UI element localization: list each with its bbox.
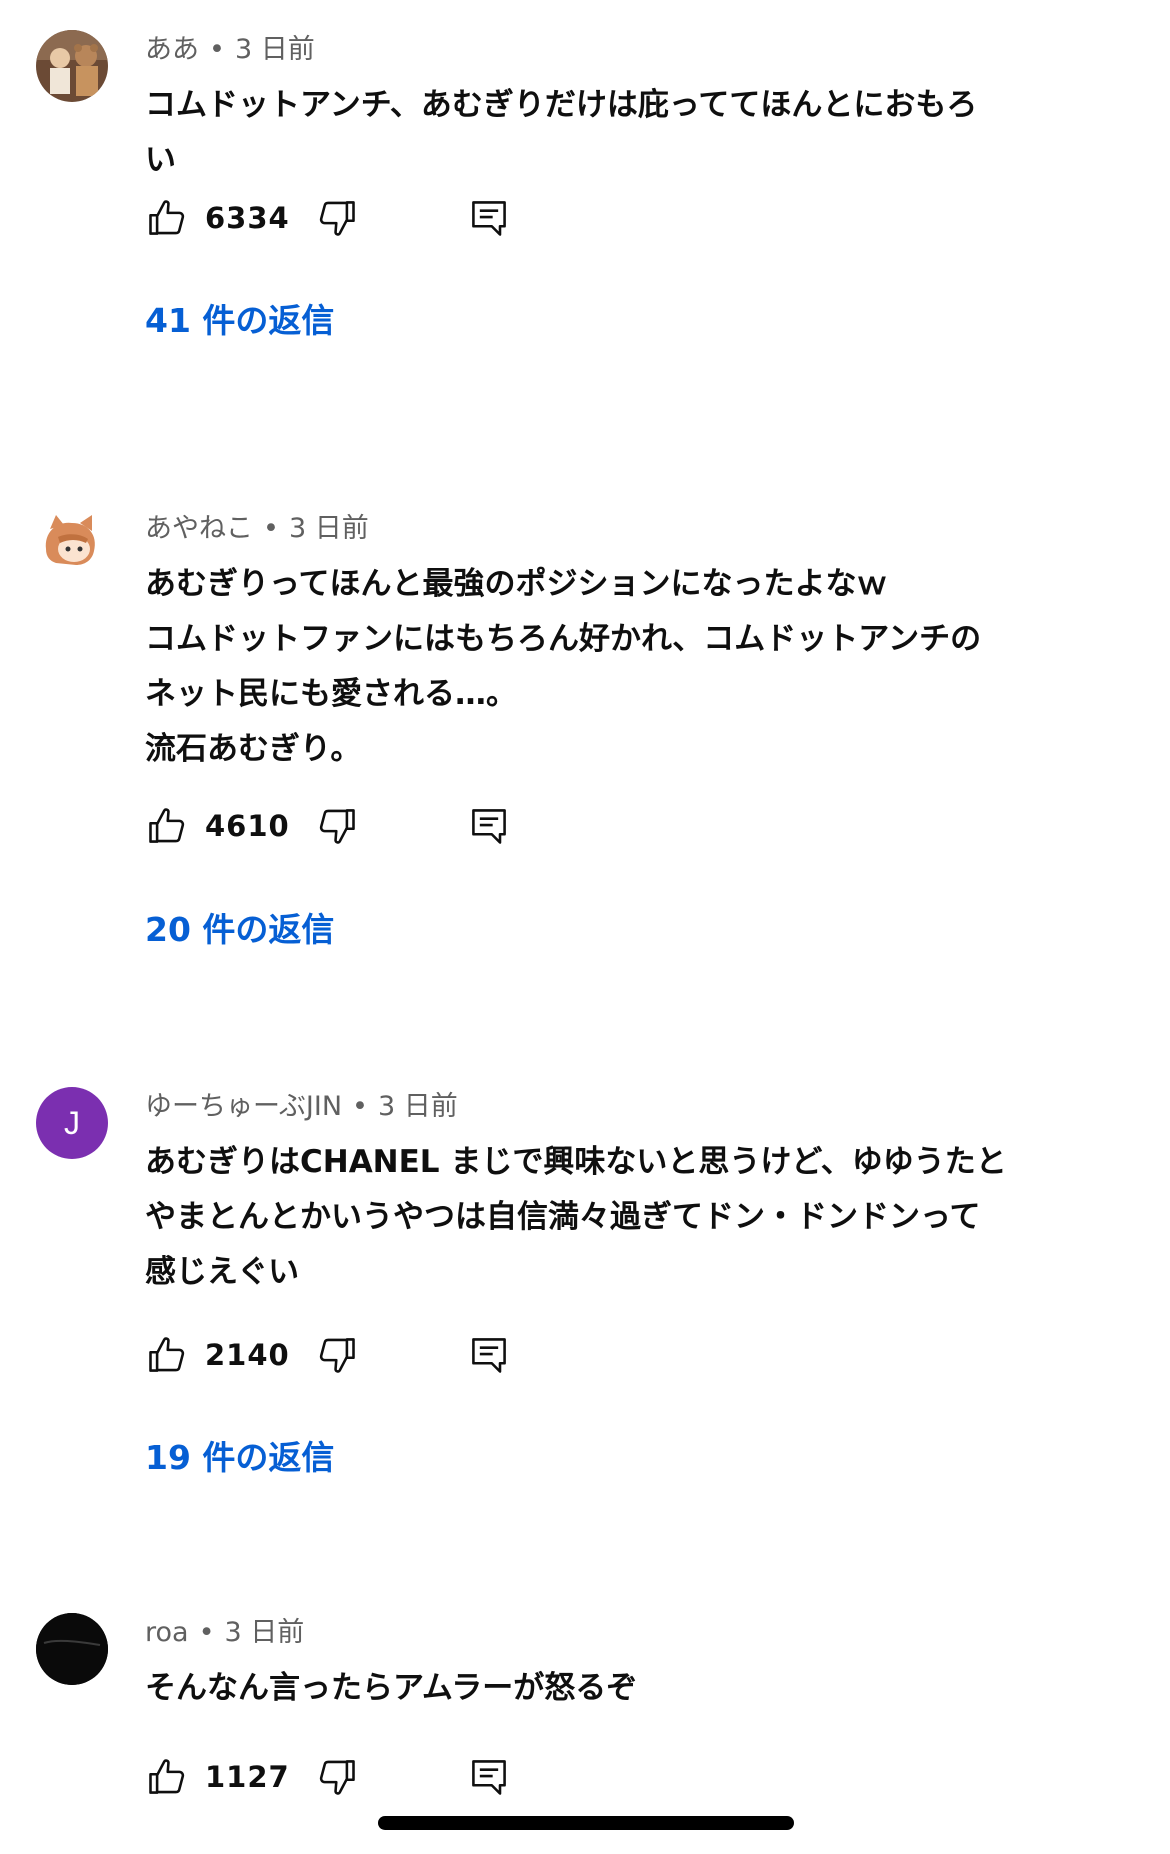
comment-time: 3 日前 — [234, 34, 315, 65]
reply-icon[interactable] — [467, 1333, 511, 1377]
thumb-down-icon[interactable] — [315, 196, 359, 240]
thumb-up-icon[interactable] — [145, 1333, 189, 1377]
comment-line: やまとんとかいうやつは自信満々過ぎてドン・ドンドンって — [145, 1199, 981, 1235]
thumb-up-icon[interactable] — [145, 196, 189, 240]
like-count: 2140 — [205, 1338, 290, 1372]
dark-avatar-icon — [36, 1613, 108, 1685]
comment-text: そんなん言ったらアムラーが怒るぞ — [145, 1661, 1090, 1716]
avatar-dark[interactable] — [36, 1613, 108, 1685]
comment-actions: 2140 — [145, 1327, 545, 1383]
view-replies-link[interactable]: 19 件の返信 — [145, 1433, 334, 1483]
reply-icon[interactable] — [467, 196, 511, 240]
comment-text: コムドットアンチ、あむぎりだけは庇っててほんとにおもろ い — [145, 78, 1090, 188]
comment-line: あむぎりはCHANEL まじで興味ないと思うけど、ゆゆうたと — [145, 1144, 1007, 1180]
comment-time: 3 日前 — [288, 513, 369, 544]
home-indicator[interactable] — [378, 1816, 794, 1830]
meta-separator: • — [209, 34, 225, 65]
like-count: 4610 — [205, 809, 290, 843]
meta-separator: • — [263, 513, 279, 544]
comment-meta: ゆーちゅーぶJIN • 3 日前 — [145, 1087, 458, 1127]
avatar-initial: J — [64, 1105, 80, 1141]
avatar-photo[interactable] — [36, 30, 108, 102]
comment-time: 3 日前 — [224, 1617, 305, 1648]
cat-girl-avatar-icon — [36, 509, 108, 581]
view-replies-link[interactable]: 20 件の返信 — [145, 905, 334, 955]
comment-actions: 1127 — [145, 1749, 545, 1805]
thumb-up-icon[interactable] — [145, 804, 189, 848]
comment-line: あむぎりってほんと最強のポジションになったよなｗ — [145, 566, 888, 602]
comment-author[interactable]: ゆーちゅーぶJIN — [145, 1091, 342, 1122]
thumb-down-icon[interactable] — [315, 1333, 359, 1377]
comment-line: コムドットアンチ、あむぎりだけは庇っててほんとにおもろ — [145, 87, 978, 123]
avatar-illustration[interactable] — [36, 509, 108, 581]
comment-author[interactable]: ああ — [145, 34, 199, 65]
thumb-down-icon[interactable] — [315, 1755, 359, 1799]
comment-line: そんなん言ったらアムラーが怒るぞ — [145, 1670, 638, 1706]
comment-time: 3 日前 — [377, 1091, 458, 1122]
like-count: 6334 — [205, 201, 290, 235]
avatar-photo-icon — [36, 30, 108, 102]
comment-line: コムドットファンにはもちろん好かれ、コムドットアンチの — [145, 621, 982, 657]
comment-meta: roa • 3 日前 — [145, 1613, 304, 1653]
comment-author[interactable]: あやねこ — [145, 513, 253, 544]
thumb-up-icon[interactable] — [145, 1755, 189, 1799]
like-count: 1127 — [205, 1760, 290, 1794]
meta-separator: • — [352, 1091, 368, 1122]
comment-text: あむぎりはCHANEL まじで興味ないと思うけど、ゆゆうたと やまとんとかいうや… — [145, 1135, 1090, 1300]
avatar-letter[interactable]: J — [36, 1087, 108, 1159]
comment-actions: 4610 — [145, 798, 545, 854]
comment-meta: ああ • 3 日前 — [145, 30, 315, 70]
reply-icon[interactable] — [467, 1755, 511, 1799]
comment-line: 流石あむぎり。 — [145, 731, 362, 767]
meta-separator: • — [198, 1617, 215, 1648]
comment-line: い — [145, 142, 176, 178]
view-replies-link[interactable]: 41 件の返信 — [145, 296, 334, 346]
comment-meta: あやねこ • 3 日前 — [145, 509, 369, 549]
thumb-down-icon[interactable] — [315, 804, 359, 848]
comment-line: 感じえぐい — [145, 1254, 300, 1290]
comment-author[interactable]: roa — [145, 1617, 189, 1648]
comment-actions: 6334 — [145, 190, 545, 246]
reply-icon[interactable] — [467, 804, 511, 848]
comment-text: あむぎりってほんと最強のポジションになったよなｗ コムドットファンにはもちろん好… — [145, 557, 1090, 777]
comment-line: ネット民にも愛される…。 — [145, 676, 517, 712]
